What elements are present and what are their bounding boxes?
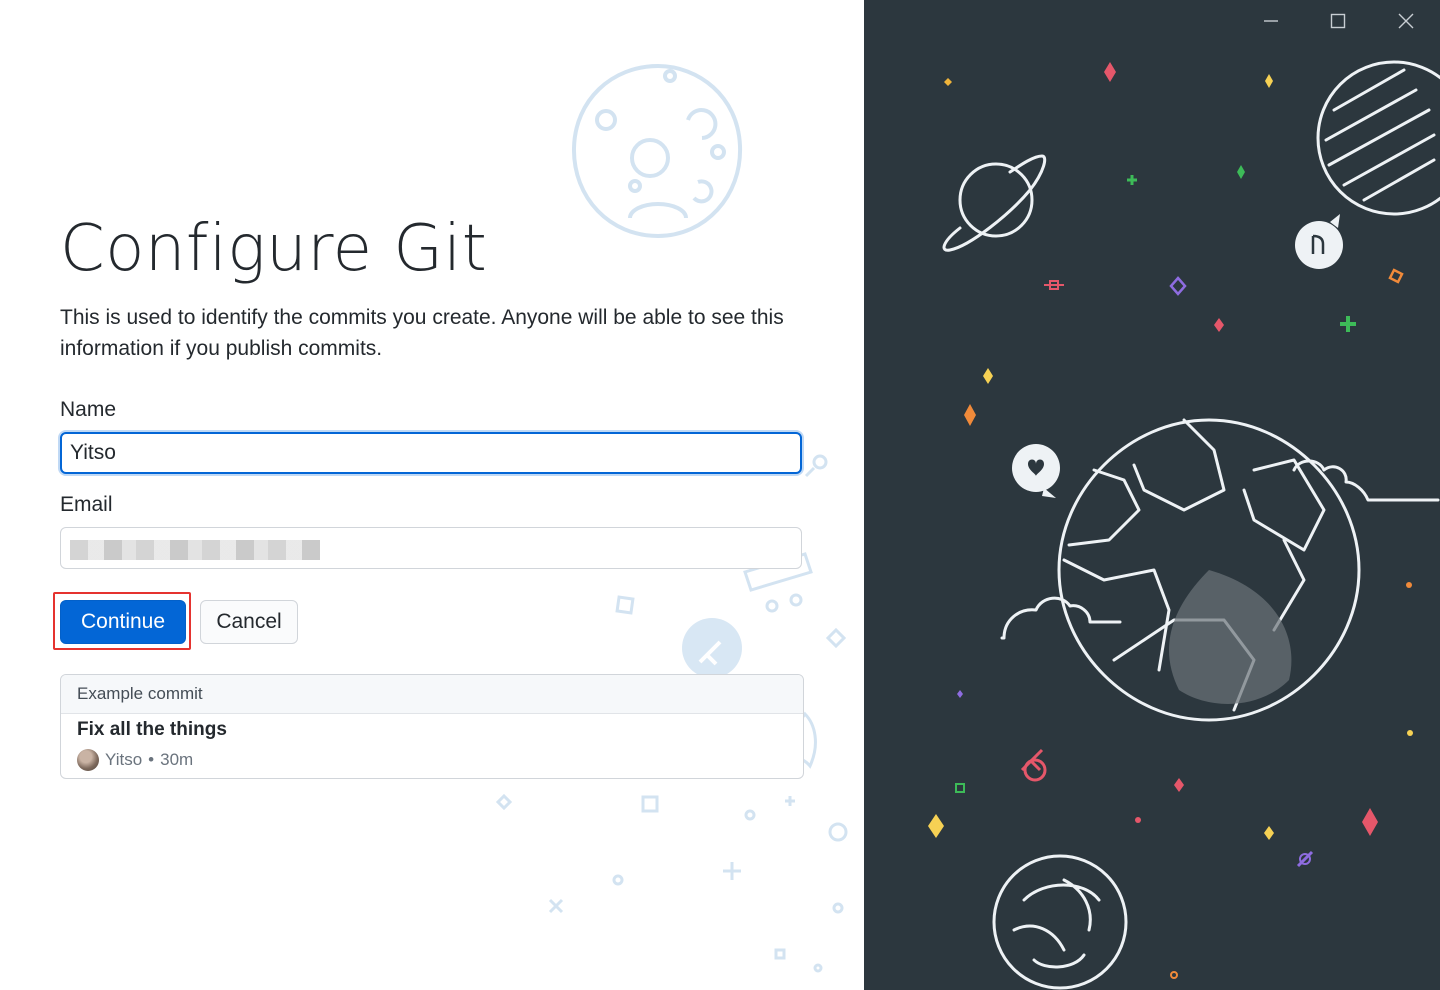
example-commit-title: Fix all the things: [77, 719, 227, 740]
space-illustration-panel: [864, 0, 1440, 990]
example-commit-time: 30m: [160, 750, 194, 769]
moon-illustration-icon: [571, 63, 743, 239]
page-description: This is used to identify the commits you…: [60, 306, 784, 360]
continue-button[interactable]: Continue: [60, 600, 186, 644]
space-scene-illustration-icon: [922, 60, 1440, 990]
page-title: Configure Git: [60, 212, 488, 286]
example-commit-header: Example commit: [61, 675, 803, 714]
example-commit-card: Example commit Fix all the things Yitso …: [60, 674, 804, 779]
cancel-button[interactable]: Cancel: [200, 600, 298, 644]
example-commit-meta: Yitso • 30m: [77, 749, 193, 771]
avatar: [77, 749, 99, 771]
email-redaction: [70, 540, 320, 560]
example-commit-author: Yitso: [105, 750, 143, 769]
configure-git-panel: Configure Git This is used to identify t…: [0, 0, 864, 990]
example-commit-separator: •: [148, 750, 155, 769]
email-label: Email: [60, 493, 113, 516]
name-input[interactable]: [60, 432, 802, 474]
name-label: Name: [60, 398, 117, 421]
